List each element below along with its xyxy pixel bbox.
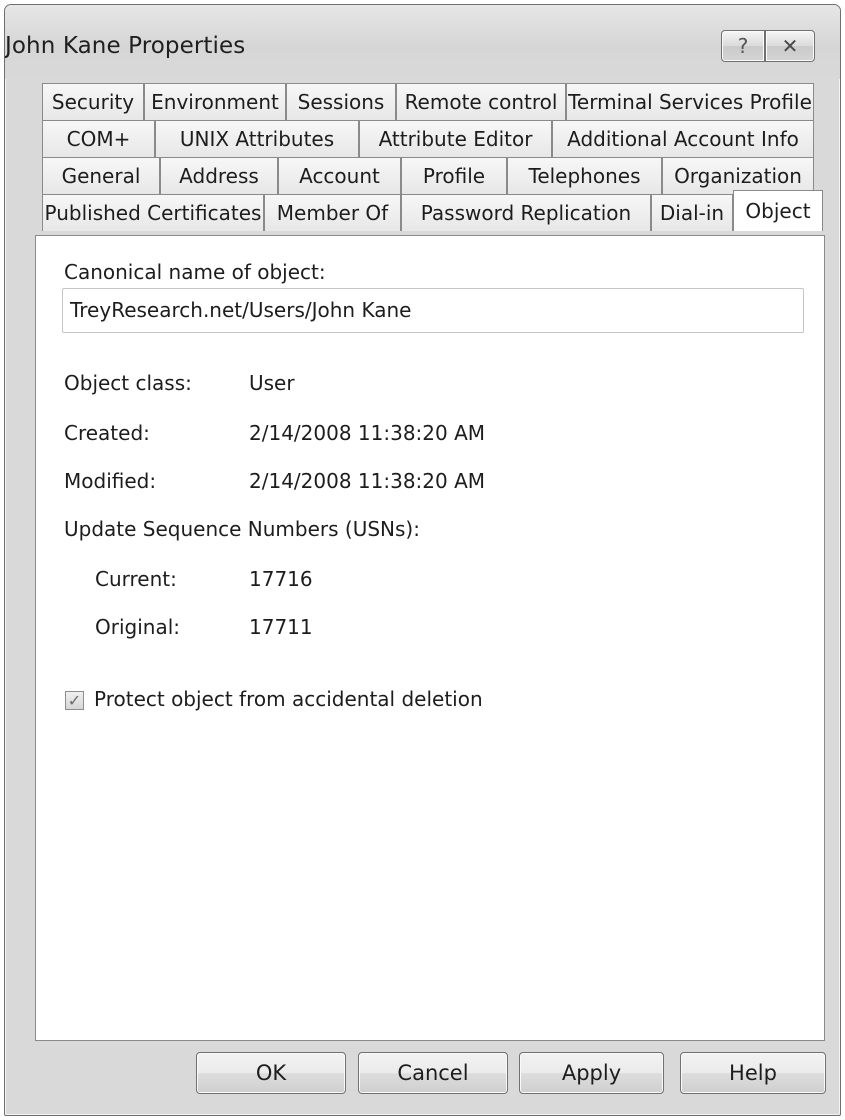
tab-label: Published Certificates	[44, 201, 262, 225]
object-tab-panel: Canonical name of object: TreyResearch.n…	[35, 235, 825, 1041]
tab-label: Dial-in	[659, 201, 725, 225]
tab-label: Member Of	[276, 201, 389, 225]
properties-dialog: John Kane Properties ? ✕ Security Enviro…	[4, 4, 841, 1116]
tab-address[interactable]: Address	[160, 157, 278, 194]
tab-label: General	[61, 164, 141, 188]
protect-deletion-label[interactable]: Protect object from accidental deletion	[94, 687, 483, 711]
usn-heading: Update Sequence Numbers (USNs):	[64, 517, 420, 541]
close-title-button[interactable]: ✕	[765, 30, 815, 62]
tab-label: Organization	[674, 164, 802, 188]
object-class-label: Object class:	[64, 371, 192, 395]
cancel-button[interactable]: Cancel	[358, 1052, 508, 1094]
tab-label: Remote control	[404, 90, 558, 114]
tab-label: Attribute Editor	[378, 127, 533, 151]
tab-label: Address	[179, 164, 259, 188]
tab-dial-in[interactable]: Dial-in	[651, 194, 733, 231]
usn-original-value: 17711	[249, 615, 313, 639]
question-mark-icon: ?	[737, 34, 749, 58]
tab-organization[interactable]: Organization	[662, 157, 814, 194]
tab-environment[interactable]: Environment	[144, 83, 286, 120]
tab-general[interactable]: General	[42, 157, 160, 194]
tab-member-of[interactable]: Member Of	[264, 194, 401, 231]
help-title-button[interactable]: ?	[721, 30, 765, 62]
tab-terminal-services-profile[interactable]: Terminal Services Profile	[566, 83, 814, 120]
tab-account[interactable]: Account	[278, 157, 401, 194]
tab-label: Object	[745, 199, 811, 223]
modified-value: 2/14/2008 11:38:20 AM	[249, 469, 486, 493]
tab-telephones[interactable]: Telephones	[507, 157, 662, 194]
usn-original-label: Original:	[95, 615, 180, 639]
tab-label: Account	[299, 164, 380, 188]
help-button-label: Help	[729, 1061, 777, 1085]
object-class-value: User	[249, 371, 295, 395]
tab-label: Additional Account Info	[567, 127, 799, 151]
modified-label: Modified:	[64, 469, 157, 493]
tab-label: Telephones	[528, 164, 641, 188]
tab-sessions[interactable]: Sessions	[286, 83, 396, 120]
cancel-button-label: Cancel	[397, 1061, 469, 1085]
tab-object[interactable]: Object	[733, 190, 823, 231]
tab-label: Terminal Services Profile	[568, 90, 812, 114]
tab-label: Profile	[422, 164, 486, 188]
canonical-name-value: TreyResearch.net/Users/John Kane	[70, 298, 412, 322]
ok-button[interactable]: OK	[196, 1052, 346, 1094]
usn-current-label: Current:	[95, 567, 177, 591]
canonical-name-field[interactable]: TreyResearch.net/Users/John Kane	[62, 288, 804, 333]
tab-remote-control[interactable]: Remote control	[396, 83, 566, 120]
tab-attribute-editor[interactable]: Attribute Editor	[359, 120, 552, 157]
apply-button[interactable]: Apply	[519, 1052, 664, 1094]
tab-com-plus[interactable]: COM+	[42, 120, 155, 157]
ok-button-label: OK	[255, 1061, 287, 1085]
protect-deletion-checkbox[interactable]: ✓	[65, 691, 84, 710]
created-label: Created:	[64, 421, 150, 445]
tab-password-replication[interactable]: Password Replication	[401, 194, 651, 231]
tab-label: Security	[51, 90, 135, 114]
tab-security[interactable]: Security	[42, 83, 144, 120]
tab-published-certificates[interactable]: Published Certificates	[42, 194, 264, 231]
help-button[interactable]: Help	[680, 1052, 826, 1094]
apply-button-label: Apply	[561, 1061, 622, 1085]
tab-additional-account-info[interactable]: Additional Account Info	[552, 120, 814, 157]
canonical-name-label: Canonical name of object:	[64, 260, 326, 284]
checkmark-icon: ✓	[67, 690, 82, 710]
tab-label: COM+	[66, 127, 131, 151]
tab-label: Sessions	[297, 90, 385, 114]
window-title: John Kane Properties	[5, 33, 246, 59]
tab-label: Password Replication	[420, 201, 632, 225]
tab-label: Environment	[151, 90, 279, 114]
tab-profile[interactable]: Profile	[401, 157, 507, 194]
tab-unix-attributes[interactable]: UNIX Attributes	[155, 120, 359, 157]
usn-current-value: 17716	[249, 567, 313, 591]
title-bar: John Kane Properties ? ✕	[5, 5, 840, 79]
created-value: 2/14/2008 11:38:20 AM	[249, 421, 486, 445]
close-icon: ✕	[781, 34, 799, 58]
tab-label: UNIX Attributes	[179, 127, 335, 151]
